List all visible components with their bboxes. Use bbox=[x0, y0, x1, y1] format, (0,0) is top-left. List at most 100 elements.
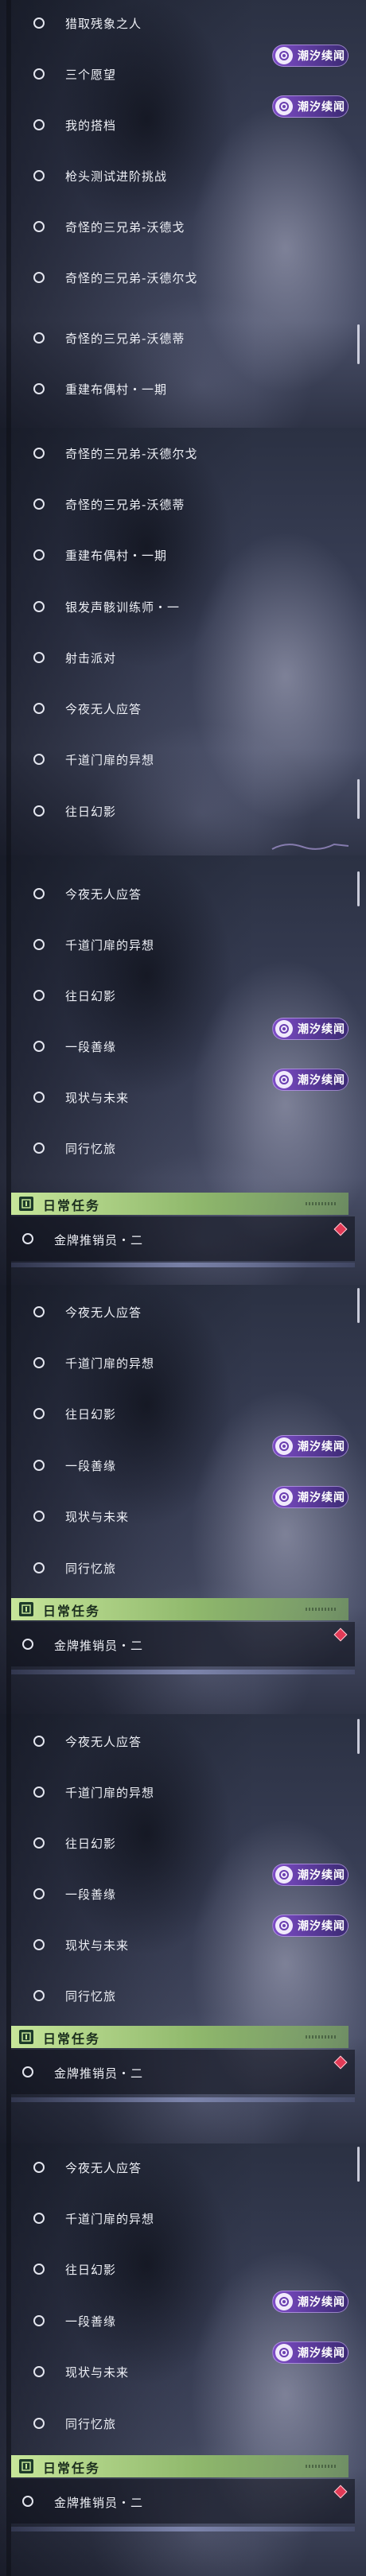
scrollbar-thumb[interactable] bbox=[357, 2147, 360, 2182]
radio-icon[interactable] bbox=[33, 888, 45, 899]
quest-item[interactable]: 往日幻影 bbox=[11, 1388, 355, 1439]
daily-tasks-header[interactable]: 日常任务 bbox=[11, 2455, 348, 2477]
quest-item[interactable]: 一段善缘 bbox=[11, 1021, 355, 1072]
quest-item[interactable]: 今夜无人应答 bbox=[11, 2143, 355, 2193]
daily-tasks-header[interactable]: 日常任务 bbox=[11, 2026, 348, 2048]
radio-icon[interactable] bbox=[33, 1408, 45, 1419]
radio-icon[interactable] bbox=[22, 2496, 33, 2507]
quest-item[interactable]: 奇怪的三兄弟-沃德蒂 bbox=[11, 312, 355, 363]
scrollbar-thumb[interactable] bbox=[357, 1288, 360, 1323]
quest-item[interactable]: 往日幻影 bbox=[11, 2244, 355, 2295]
quest-item[interactable]: 千道门扉的异想 bbox=[11, 734, 355, 785]
radio-icon[interactable] bbox=[33, 2213, 45, 2224]
daily-task-item[interactable]: 金牌推销员・二 bbox=[11, 1622, 355, 1666]
quest-item[interactable]: 今夜无人应答 bbox=[11, 868, 355, 919]
radio-icon[interactable] bbox=[33, 1787, 45, 1798]
radio-icon[interactable] bbox=[33, 1460, 45, 1471]
quest-item[interactable]: 奇怪的三兄弟-沃德戈 bbox=[11, 201, 355, 252]
radio-icon[interactable] bbox=[33, 221, 45, 232]
quest-item[interactable]: 千道门扉的异想 bbox=[11, 1767, 355, 1818]
radio-icon[interactable] bbox=[22, 1233, 33, 1244]
scrollbar-thumb[interactable] bbox=[357, 1719, 360, 1754]
radio-icon[interactable] bbox=[33, 549, 45, 561]
quest-item[interactable]: 猎取残象之人 bbox=[11, 0, 355, 48]
section-footer-bar bbox=[11, 2097, 355, 2102]
quest-item[interactable]: 同行忆旅 bbox=[11, 2398, 355, 2449]
radio-icon[interactable] bbox=[33, 1092, 45, 1103]
radio-icon[interactable] bbox=[33, 2418, 45, 2429]
quest-item[interactable]: 奇怪的三兄弟-沃德蒂 bbox=[11, 479, 355, 530]
quest-item[interactable]: 奇怪的三兄弟-沃德尔戈 bbox=[11, 428, 355, 479]
scrollbar-thumb[interactable] bbox=[357, 324, 360, 364]
scrollbar-thumb[interactable] bbox=[357, 779, 360, 819]
quest-item[interactable]: 奇怪的三兄弟-沃德尔戈 bbox=[11, 252, 355, 303]
quest-item[interactable]: 重建布偶村・一期 bbox=[11, 363, 355, 414]
quest-item[interactable]: 往日幻影 bbox=[11, 1818, 355, 1868]
radio-icon[interactable] bbox=[33, 2264, 45, 2275]
radio-icon[interactable] bbox=[33, 2366, 45, 2377]
radio-icon[interactable] bbox=[22, 2066, 33, 2077]
daily-tasks-header[interactable]: 日常任务 bbox=[11, 1598, 348, 1620]
quest-item[interactable]: 枪头测试进阶挑战 bbox=[11, 150, 355, 201]
quest-item[interactable]: 今夜无人应答 bbox=[11, 1716, 355, 1767]
radio-icon[interactable] bbox=[33, 499, 45, 510]
daily-tasks-header[interactable]: 日常任务 bbox=[11, 1193, 348, 1215]
radio-icon[interactable] bbox=[33, 754, 45, 765]
quest-item[interactable]: 射击派对 bbox=[11, 632, 355, 683]
quest-item[interactable]: 重建布偶村・一期 bbox=[11, 530, 355, 580]
quest-item[interactable]: 今夜无人应答 bbox=[11, 683, 355, 734]
radio-icon[interactable] bbox=[33, 119, 45, 130]
quest-item[interactable]: 同行忆旅 bbox=[11, 1970, 355, 2021]
radio-icon[interactable] bbox=[33, 939, 45, 950]
radio-icon[interactable] bbox=[33, 703, 45, 714]
daily-task-item[interactable]: 金牌推销员・二 bbox=[11, 2050, 355, 2094]
radio-icon[interactable] bbox=[33, 272, 45, 283]
radio-icon[interactable] bbox=[33, 1736, 45, 1747]
radio-icon[interactable] bbox=[33, 1562, 45, 1573]
radio-icon[interactable] bbox=[33, 1888, 45, 1899]
radio-icon[interactable] bbox=[33, 1837, 45, 1849]
quest-item[interactable]: 同行忆旅 bbox=[11, 1542, 355, 1593]
radio-icon[interactable] bbox=[33, 170, 45, 181]
scrollbar-thumb[interactable] bbox=[357, 871, 360, 906]
radio-icon[interactable] bbox=[33, 990, 45, 1001]
radio-icon[interactable] bbox=[33, 1357, 45, 1368]
radio-icon[interactable] bbox=[33, 1306, 45, 1317]
quest-item[interactable]: 千道门扉的异想 bbox=[11, 2193, 355, 2244]
quest-item[interactable]: 千道门扉的异想 bbox=[11, 1337, 355, 1388]
radio-icon[interactable] bbox=[33, 1939, 45, 1950]
daily-task-item[interactable]: 金牌推销员・二 bbox=[11, 2479, 355, 2524]
quest-item[interactable]: 往日幻影 bbox=[11, 970, 355, 1021]
quest-item[interactable]: 现状与未来 bbox=[11, 1919, 355, 1970]
radio-icon[interactable] bbox=[33, 17, 45, 29]
radio-icon[interactable] bbox=[33, 1990, 45, 2001]
radio-icon[interactable] bbox=[33, 805, 45, 817]
quest-item[interactable]: 银发声骸训练师・一 bbox=[11, 581, 355, 632]
quest-item[interactable]: 今夜无人应答 bbox=[11, 1286, 355, 1337]
quest-item[interactable]: 现状与未来 bbox=[11, 1072, 355, 1123]
radio-icon[interactable] bbox=[33, 1041, 45, 1052]
quest-item[interactable]: 一段善缘 bbox=[11, 2295, 355, 2346]
radio-icon[interactable] bbox=[33, 68, 45, 80]
radio-icon[interactable] bbox=[33, 1143, 45, 1154]
quest-item[interactable]: 一段善缘 bbox=[11, 1440, 355, 1491]
quest-item[interactable]: 千道门扉的异想 bbox=[11, 919, 355, 970]
quest-item[interactable]: 三个愿望 bbox=[11, 48, 355, 99]
radio-icon[interactable] bbox=[33, 383, 45, 394]
radio-icon[interactable] bbox=[33, 448, 45, 459]
quest-item[interactable]: 同行忆旅 bbox=[11, 1123, 355, 1174]
radio-icon[interactable] bbox=[33, 601, 45, 612]
radio-icon[interactable] bbox=[33, 2315, 45, 2326]
quest-item[interactable]: 一段善缘 bbox=[11, 1868, 355, 1919]
daily-task-item[interactable]: 金牌推销员・二 bbox=[11, 1216, 355, 1261]
radio-icon[interactable] bbox=[33, 2162, 45, 2173]
quest-item[interactable]: 我的搭档 bbox=[11, 99, 355, 150]
quest-item[interactable]: 现状与未来 bbox=[11, 2346, 355, 2397]
quest-item-label: 奇怪的三兄弟-沃德戈 bbox=[65, 219, 185, 235]
quest-item[interactable]: 现状与未来 bbox=[11, 1491, 355, 1542]
quest-item[interactable]: 往日幻影 bbox=[11, 786, 355, 836]
radio-icon[interactable] bbox=[22, 1639, 33, 1650]
radio-icon[interactable] bbox=[33, 332, 45, 343]
radio-icon[interactable] bbox=[33, 1511, 45, 1522]
radio-icon[interactable] bbox=[33, 652, 45, 663]
